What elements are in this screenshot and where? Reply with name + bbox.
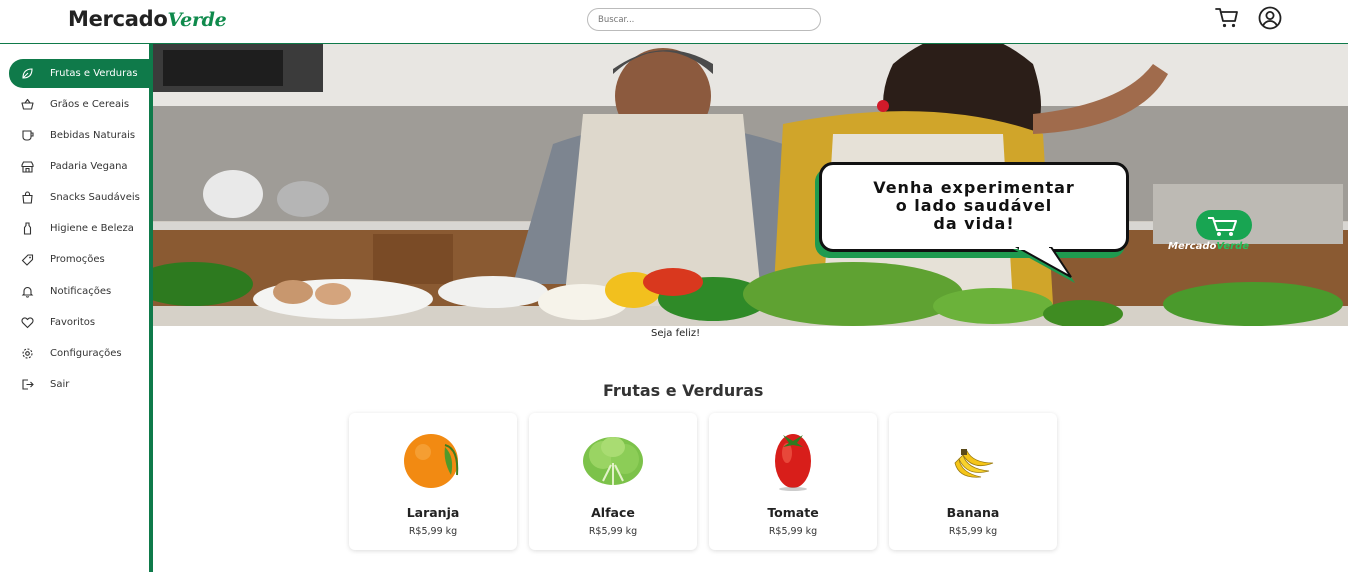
banner-caption: Seja feliz!: [651, 328, 701, 339]
sidebar-item-label: Sair: [50, 379, 70, 390]
speech-bubble-text: Venha experimentar o lado saudável da vi…: [822, 179, 1126, 233]
cart-icon[interactable]: [1214, 5, 1240, 31]
sidebar-item-label: Snacks Saudáveis: [50, 192, 140, 203]
sidebar-item-bebidas-naturais[interactable]: Bebidas Naturais: [9, 121, 149, 150]
sidebar-item-higiene-e-beleza[interactable]: Higiene e Beleza: [9, 214, 149, 243]
site-logo[interactable]: MercadoVerde: [68, 7, 227, 31]
product-name: Alface: [591, 505, 635, 520]
sidebar-item-label: Favoritos: [50, 317, 96, 328]
logo-accent-text: Verde: [167, 9, 227, 31]
heart-icon: [21, 316, 34, 329]
product-name: Tomate: [767, 505, 819, 520]
lettuce-icon: [583, 437, 643, 485]
sidebar: Frutas e Verduras Grãos e Cereais Bebida…: [0, 44, 153, 572]
sidebar-item-label: Frutas e Verduras: [50, 68, 138, 79]
gear-icon: [21, 347, 34, 360]
sidebar-item-label: Bebidas Naturais: [50, 130, 136, 141]
hero-kitchen-photo: [153, 44, 1348, 326]
top-header: MercadoVerde: [0, 0, 1348, 44]
tag-icon: [21, 253, 34, 266]
product-card-tomate[interactable]: Tomate R$5,99 kg: [709, 413, 877, 550]
product-name: Laranja: [406, 505, 460, 520]
banner-logo-text: MercadoVerde: [1168, 241, 1249, 252]
bottle-icon: [21, 222, 34, 235]
sidebar-item-padaria-vegana[interactable]: Padaria Vegana: [9, 152, 149, 181]
bell-icon: [21, 285, 34, 298]
banner-logo-main: Mercado: [1168, 241, 1217, 252]
logout-icon: [21, 378, 34, 391]
basket-icon: [21, 98, 34, 111]
speech-line-2: o lado saudável: [895, 196, 1053, 215]
sidebar-item-label: Padaria Vegana: [50, 161, 128, 172]
banana-icon: [954, 449, 994, 478]
product-name: Banana: [946, 505, 1000, 520]
orange-icon: [404, 434, 459, 488]
logo-main-text: Mercado: [68, 7, 168, 31]
sidebar-item-graos-e-cereais[interactable]: Grãos e Cereais: [9, 90, 149, 119]
product-card-laranja[interactable]: Laranja R$5,99 kg: [349, 413, 517, 550]
sidebar-item-snacks-saudaveis[interactable]: Snacks Saudáveis: [9, 183, 149, 212]
sidebar-item-label: Higiene e Beleza: [50, 223, 134, 234]
banner-logo-badge: [1196, 210, 1252, 240]
sidebar-item-frutas-e-verduras[interactable]: Frutas e Verduras: [9, 59, 149, 88]
product-card-alface[interactable]: Alface R$5,99 kg: [529, 413, 697, 550]
user-icon[interactable]: [1257, 5, 1283, 31]
sidebar-item-favoritos[interactable]: Favoritos: [9, 308, 149, 337]
product-price: R$5,99 kg: [768, 526, 818, 537]
sidebar-item-configuracoes[interactable]: Configurações: [9, 339, 149, 368]
tomato-icon: [775, 434, 811, 491]
speech-line-3: da vida!: [933, 214, 1015, 233]
product-price: R$5,99 kg: [408, 526, 458, 537]
cup-icon: [21, 129, 34, 142]
bag-icon: [21, 191, 34, 204]
speech-bubble: Venha experimentar o lado saudável da vi…: [819, 162, 1129, 252]
speech-bubble-tail: [1013, 247, 1075, 283]
sidebar-item-label: Notificações: [50, 286, 112, 297]
store-icon: [21, 160, 34, 173]
hero-banner: Venha experimentar o lado saudável da vi…: [153, 44, 1348, 326]
sidebar-item-sair[interactable]: Sair: [9, 370, 149, 399]
banner-logo-accent: Verde: [1216, 241, 1250, 252]
section-title: Frutas e Verduras: [603, 381, 764, 400]
sidebar-item-label: Configurações: [50, 348, 122, 359]
sidebar-item-notificacoes[interactable]: Notificações: [9, 277, 149, 306]
sidebar-item-promocoes[interactable]: Promoções: [9, 245, 149, 274]
sidebar-item-label: Promoções: [50, 254, 105, 265]
product-price: R$5,99 kg: [948, 526, 998, 537]
product-price: R$5,99 kg: [588, 526, 638, 537]
product-card-banana[interactable]: Banana R$5,99 kg: [889, 413, 1057, 550]
cart-icon: [1208, 217, 1237, 236]
speech-line-1: Venha experimentar: [873, 178, 1075, 197]
sidebar-item-label: Grãos e Cereais: [50, 99, 130, 110]
leaf-icon: [21, 67, 34, 80]
banner-logo: MercadoVerde: [1164, 210, 1292, 256]
search-input[interactable]: [587, 8, 821, 31]
